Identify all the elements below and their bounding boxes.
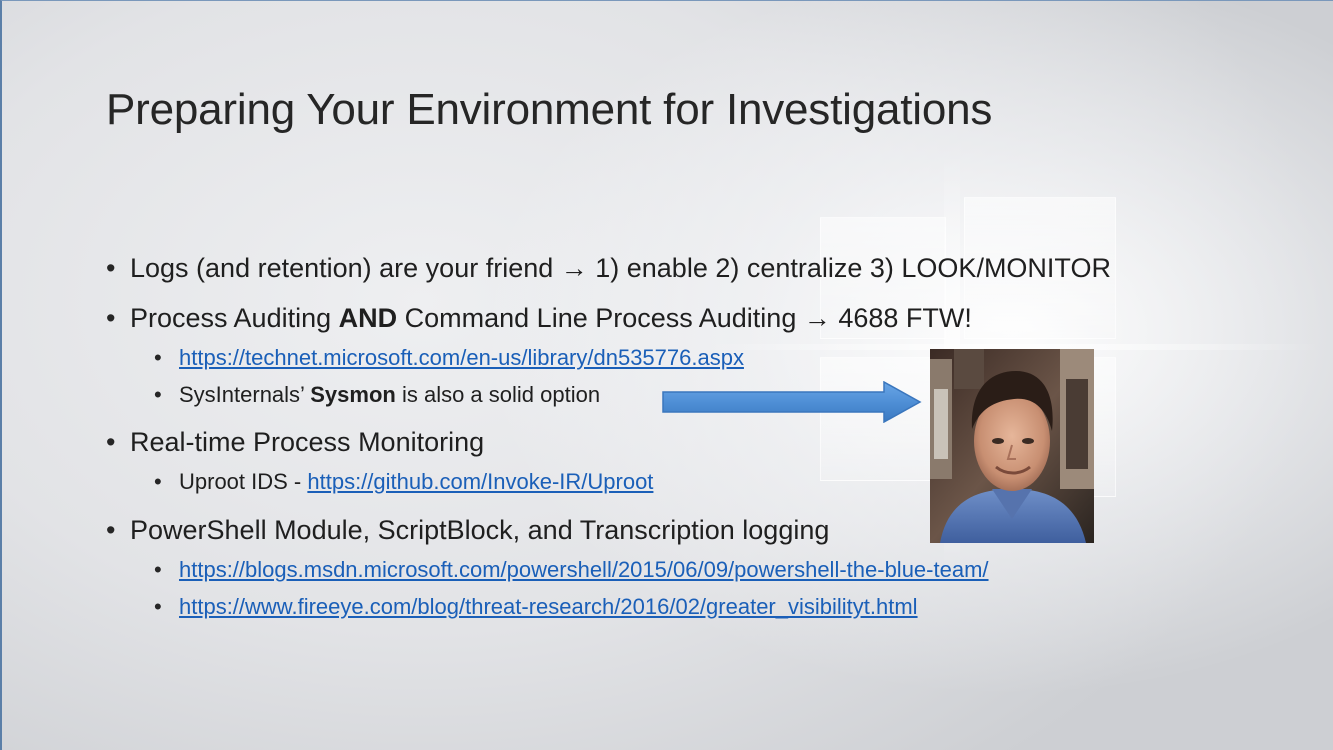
bullet-text: 4688 FTW! — [830, 303, 972, 333]
technet-link[interactable]: https://technet.microsoft.com/en-us/libr… — [179, 345, 744, 370]
bullet-glyph: • — [154, 382, 162, 407]
bullet-glyph: • — [154, 594, 162, 619]
bullet-text: PowerShell Module, ScriptBlock, and Tran… — [130, 515, 830, 545]
bullet-text: Uproot IDS - — [179, 469, 308, 494]
sub-bullet-item: • https://technet.microsoft.com/en-us/lib… — [154, 345, 744, 371]
sub-bullet-item: • https://www.fireeye.com/blog/threat-res… — [154, 594, 918, 620]
bullet-text: 1) enable 2) centralize 3) LOOK/MONITOR — [587, 253, 1111, 283]
bullet-glyph: • — [154, 557, 162, 582]
bullet-text: Command Line Process Auditing — [397, 303, 804, 333]
bullet-glyph: • — [106, 303, 116, 333]
bullet-item: • Process Auditing AND Command Line Proce… — [106, 303, 972, 334]
bullet-bold-text: AND — [338, 303, 398, 333]
bullet-glyph: • — [106, 515, 116, 545]
bullet-bold-text: Sysmon — [310, 382, 396, 407]
sub-bullet-item: • https://blogs.msdn.microsoft.com/powers… — [154, 557, 989, 583]
right-arrow-icon — [662, 381, 922, 423]
slide: Preparing Your Environment for Investiga… — [0, 0, 1333, 750]
bullet-item: • Real-time Process Monitoring — [106, 427, 484, 458]
sub-bullet-item: • SysInternals’ Sysmon is also a solid op… — [154, 382, 600, 408]
bullet-text: Process Auditing — [130, 303, 339, 333]
uproot-link[interactable]: https://github.com/Invoke-IR/Uproot — [307, 469, 653, 494]
bullet-list: • Logs (and retention) are your friend → … — [2, 1, 1333, 750]
bullet-text: SysInternals’ — [179, 382, 311, 407]
bullet-glyph: • — [106, 253, 116, 283]
sub-bullet-item: • Uproot IDS - https://github.com/Invoke-… — [154, 469, 653, 495]
fireeye-blog-link[interactable]: https://www.fireeye.com/blog/threat-rese… — [179, 594, 918, 619]
bullet-glyph: • — [154, 345, 162, 370]
arrow-glyph: → — [803, 303, 831, 333]
bullet-text: is also a solid option — [395, 382, 601, 407]
bullet-text: Real-time Process Monitoring — [130, 427, 485, 457]
bullet-text: Logs (and retention) are your friend — [130, 253, 561, 283]
bullet-glyph: • — [106, 427, 116, 457]
bullet-glyph: • — [154, 469, 162, 494]
msdn-blog-link[interactable]: https://blogs.msdn.microsoft.com/powersh… — [179, 557, 989, 582]
arrow-glyph: → — [560, 253, 588, 283]
presenter-photo — [930, 349, 1094, 543]
bullet-item: • PowerShell Module, ScriptBlock, and Tra… — [106, 515, 829, 546]
bullet-item: • Logs (and retention) are your friend → … — [106, 253, 1111, 284]
